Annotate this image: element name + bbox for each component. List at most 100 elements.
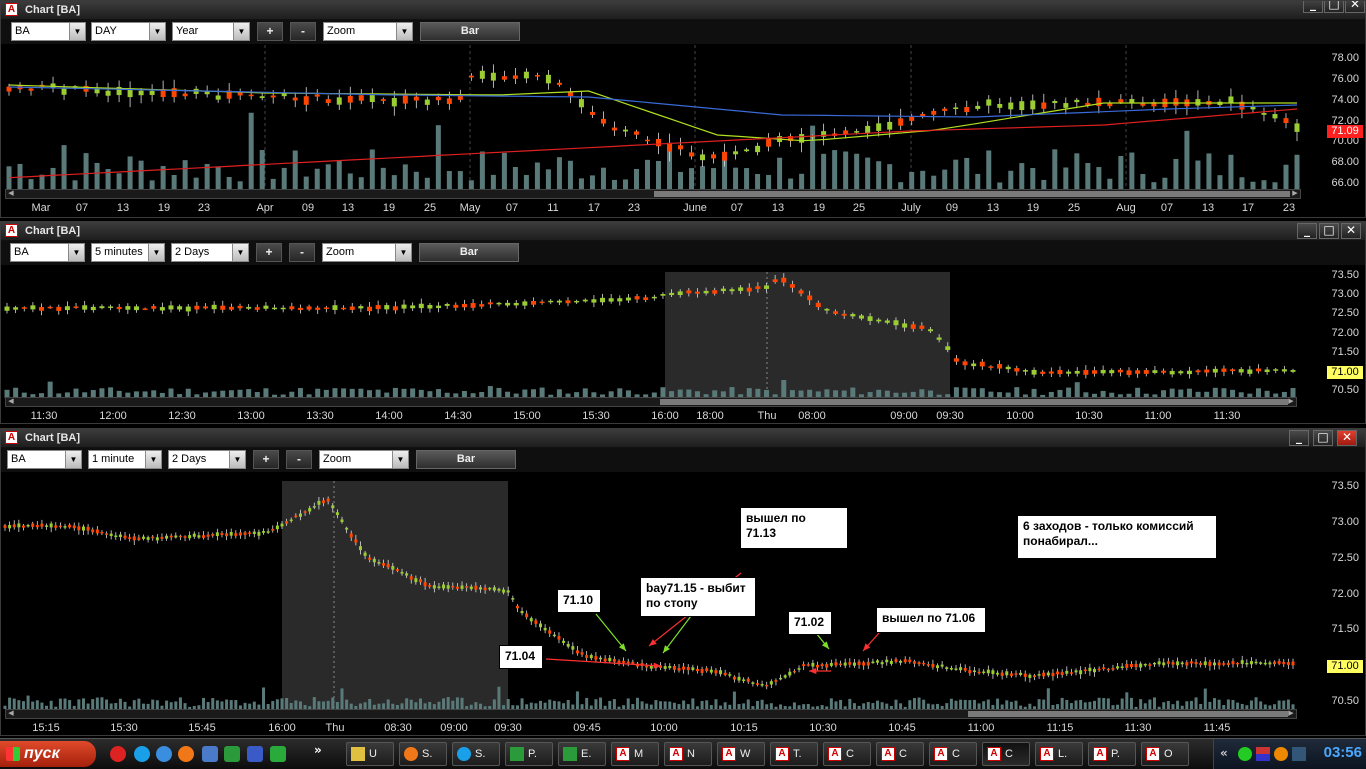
scrollbar-thumb[interactable] (660, 399, 1288, 405)
annotation-entry-stop: bay71.15 - выбит по стопу (640, 577, 756, 617)
candle-body (857, 661, 861, 665)
start-button[interactable]: пуск (0, 741, 96, 767)
app-green-icon[interactable] (270, 746, 286, 762)
taskbar-task[interactable]: A L. (1035, 742, 1083, 766)
skype-tray-icon[interactable] (1238, 747, 1252, 761)
volume-bar (866, 701, 870, 709)
interval-select[interactable]: 1 minute ▼ (88, 450, 162, 469)
excel-icon[interactable] (224, 746, 240, 762)
range-select[interactable]: Year ▼ (172, 22, 250, 41)
candle-body (451, 585, 455, 588)
title-bar[interactable]: A Chart [BA] _ □ ✕ (1, 222, 1365, 241)
candle-body (543, 627, 547, 631)
candle-body (1240, 660, 1244, 664)
close-button[interactable]: ✕ (1345, 1, 1365, 13)
horizontal-scrollbar[interactable]: ◀ ▶ (5, 709, 1297, 719)
range-select[interactable]: 2 Days ▼ (168, 450, 246, 469)
interval-select[interactable]: DAY ▼ (91, 22, 166, 41)
scroll-left-icon[interactable]: ◀ (6, 710, 16, 718)
taskbar-task[interactable]: E. (558, 742, 606, 766)
symbol-select[interactable]: BA ▼ (7, 450, 82, 469)
taskbar-task[interactable]: AW (717, 742, 765, 766)
zoom-select[interactable]: Zoom ▼ (322, 243, 412, 262)
5min-price-chart[interactable] (1, 272, 1297, 398)
taskbar-task[interactable]: AO (1141, 742, 1189, 766)
taskbar-task[interactable]: S. (452, 742, 500, 766)
zoom-in-button[interactable]: + (257, 22, 283, 41)
x-tick-label: 25 (423, 202, 437, 214)
minimize-button[interactable]: _ (1297, 223, 1317, 239)
opera-icon[interactable] (110, 746, 126, 762)
zoom-select[interactable]: Zoom ▼ (323, 22, 413, 41)
close-button[interactable]: ✕ (1337, 430, 1357, 446)
candle-body (206, 534, 210, 537)
taskbar-task[interactable]: AM (611, 742, 659, 766)
daily-price-chart[interactable] (1, 45, 1301, 191)
bar-type-button[interactable]: Bar (416, 450, 516, 469)
zoom-in-button[interactable]: + (253, 450, 279, 469)
horizontal-scrollbar[interactable]: ◀ ▶ (5, 397, 1297, 407)
chart-app-icon: A (669, 747, 683, 761)
zoom-out-button[interactable]: - (289, 243, 315, 262)
range-select[interactable]: 2 Days ▼ (171, 243, 249, 262)
clock[interactable]: 03:56 (1324, 745, 1362, 761)
candle-body (634, 296, 640, 300)
taskbar-task[interactable]: P. (505, 742, 553, 766)
candle-body (142, 308, 148, 310)
taskbar-task[interactable]: AC (929, 742, 977, 766)
taskbar-task[interactable]: AC (823, 742, 871, 766)
volume-bar (215, 166, 221, 191)
candle-body (1189, 661, 1193, 664)
save-icon[interactable] (247, 746, 263, 762)
minimize-button[interactable]: _ (1289, 430, 1309, 446)
taskbar-task[interactable]: S. (399, 742, 447, 766)
maximize-button[interactable]: □ (1319, 223, 1339, 239)
flag-tray-icon[interactable] (1256, 747, 1270, 761)
title-bar[interactable]: A Chart [BA] _ □ ✕ (1, 429, 1365, 448)
taskbar-task[interactable]: AC (876, 742, 924, 766)
x-tick-label: 16:00 (268, 722, 296, 734)
chevron-right-icon[interactable]: » (314, 743, 322, 757)
zoom-out-button[interactable]: - (290, 22, 316, 41)
scroll-right-icon[interactable]: ▶ (1290, 190, 1300, 198)
scroll-left-icon[interactable]: ◀ (6, 190, 16, 198)
scrollbar-thumb[interactable] (654, 191, 1290, 197)
taskbar-task[interactable]: AN (664, 742, 712, 766)
symbol-select[interactable]: BA ▼ (11, 22, 86, 41)
x-tick-label: 11:00 (1144, 410, 1172, 422)
chevron-left-icon[interactable]: « (1220, 746, 1228, 760)
candle-body (465, 586, 469, 588)
taskbar-task[interactable]: U (346, 742, 394, 766)
firefox-tray-icon[interactable] (1274, 747, 1288, 761)
network-tray-icon[interactable] (1292, 747, 1306, 761)
taskbar-task[interactable]: A T. (770, 742, 818, 766)
taskbar-task[interactable]: A P. (1088, 742, 1136, 766)
interval-select[interactable]: 5 minutes ▼ (91, 243, 165, 262)
scrollbar-thumb[interactable] (968, 711, 1288, 717)
zoom-in-button[interactable]: + (256, 243, 282, 262)
zoom-select[interactable]: Zoom ▼ (319, 450, 409, 469)
close-button[interactable]: ✕ (1341, 223, 1361, 239)
minimize-button[interactable]: _ (1303, 1, 1323, 13)
scroll-right-icon[interactable]: ▶ (1286, 398, 1296, 406)
x-tick-label: 09:45 (573, 722, 601, 734)
bar-type-button[interactable]: Bar (419, 243, 519, 262)
scroll-right-icon[interactable]: ▶ (1286, 710, 1296, 718)
title-bar[interactable]: A Chart [BA] _ □ ✕ (1, 1, 1365, 20)
volume-bar (548, 699, 552, 709)
maximize-button[interactable]: □ (1324, 1, 1344, 13)
monitor-icon[interactable] (202, 746, 218, 762)
taskbar-task[interactable]: AC (982, 742, 1030, 766)
horizontal-scrollbar[interactable]: ◀ ▶ (5, 189, 1301, 199)
volume-bar (733, 167, 739, 191)
candle-body (1102, 667, 1106, 669)
maximize-button[interactable]: □ (1313, 430, 1333, 446)
volume-bar (512, 166, 518, 191)
symbol-select[interactable]: BA ▼ (10, 243, 85, 262)
skype-icon[interactable] (134, 746, 150, 762)
scroll-left-icon[interactable]: ◀ (6, 398, 16, 406)
bar-type-button[interactable]: Bar (420, 22, 520, 41)
ie-icon[interactable] (156, 746, 172, 762)
zoom-out-button[interactable]: - (286, 450, 312, 469)
firefox-icon[interactable] (178, 746, 194, 762)
